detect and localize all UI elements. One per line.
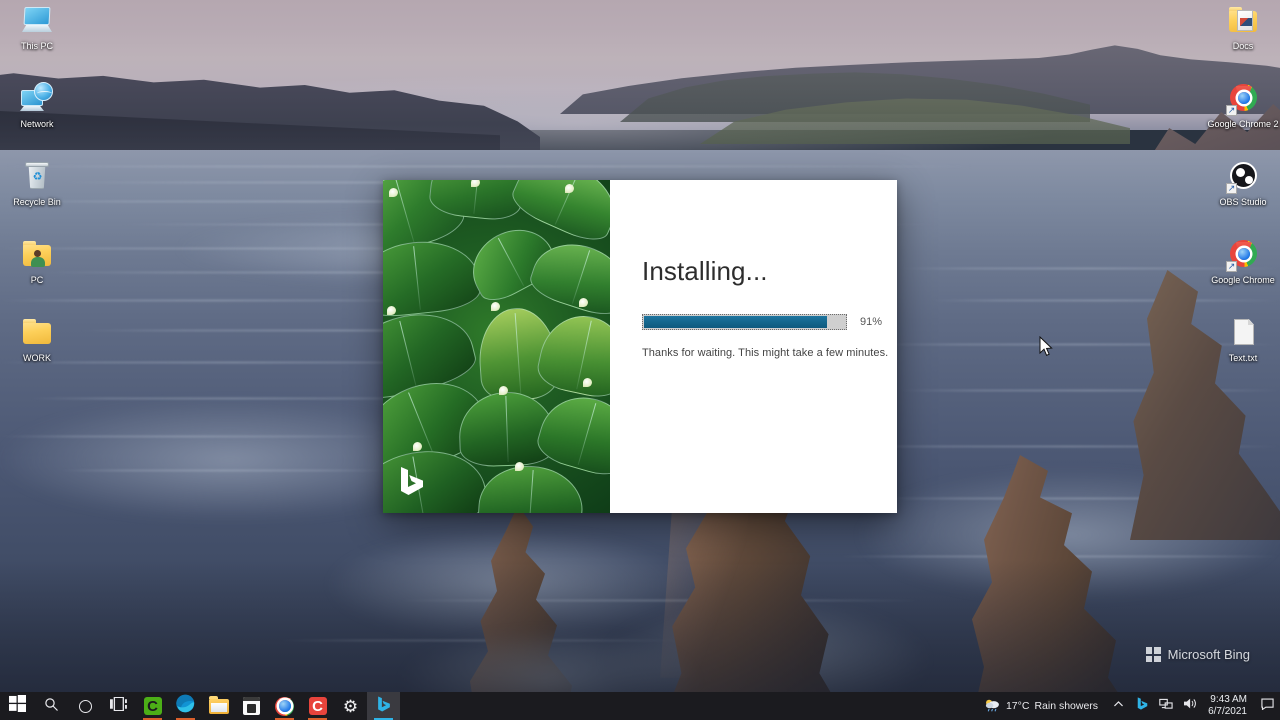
- desktop-icon-pc-folder[interactable]: PC: [0, 238, 74, 314]
- desktop-icon-label: Google Chrome: [1211, 275, 1275, 285]
- edge-icon: [176, 694, 195, 718]
- shortcut-arrow-icon: ↗: [1226, 183, 1237, 194]
- desktop-icon-obs-studio[interactable]: ↗ OBS Studio: [1206, 160, 1280, 236]
- desktop-icons-right: Docs ↗ Google Chrome 2 ↗ OBS Studio ↗ Go…: [1206, 4, 1280, 394]
- desktop-icon-google-chrome-2[interactable]: ↗ Google Chrome 2: [1206, 82, 1280, 158]
- system-tray: 17°C Rain showers 9:43 AM 6/7/2021: [978, 692, 1280, 720]
- tray-network-button[interactable]: [1154, 692, 1178, 720]
- desktop-icon-label: Google Chrome 2: [1207, 119, 1279, 129]
- bing-b-icon: [1136, 696, 1149, 716]
- recycle-bin-icon: ♻: [20, 160, 54, 194]
- microsoft-store-icon: [243, 697, 260, 715]
- installer-hero-image: [383, 180, 610, 513]
- microsoft-squares-icon: [1145, 647, 1161, 662]
- shortcut-arrow-icon: ↗: [1226, 105, 1237, 116]
- taskbar-app-microsoft-store[interactable]: [235, 692, 268, 720]
- desktop-icon-label: Docs: [1232, 41, 1254, 51]
- installer-content: Installing... 91% Thanks for waiting. Th…: [610, 180, 897, 513]
- bing-b-icon: [376, 695, 392, 718]
- folder-icon: [20, 316, 54, 350]
- bing-b-icon: [397, 465, 427, 497]
- installer-title: Installing...: [642, 256, 768, 286]
- bing-watermark: Microsoft Bing: [1145, 647, 1250, 662]
- tray-bing-button[interactable]: [1130, 692, 1154, 720]
- search-button[interactable]: [34, 692, 68, 720]
- clock-time: 9:43 AM: [1210, 694, 1247, 705]
- task-view-icon: [109, 696, 129, 716]
- green-c-icon: C: [143, 697, 162, 715]
- network-tray-icon: [1158, 697, 1174, 715]
- taskbar-app-chrome[interactable]: [268, 692, 301, 720]
- task-view-button[interactable]: [102, 692, 136, 720]
- chrome-icon: ↗: [1226, 238, 1260, 272]
- action-center-button[interactable]: [1256, 692, 1278, 720]
- network-icon: [20, 82, 54, 116]
- desktop-icons-left: This PC Network ♻ Recycle Bin PC WORK: [0, 4, 74, 394]
- cortana-circle-icon: [78, 699, 92, 713]
- desktop-icon-label: Recycle Bin: [13, 197, 61, 207]
- show-hidden-icons-button[interactable]: [1106, 692, 1130, 720]
- desktop-icon-network[interactable]: Network: [0, 82, 74, 158]
- desktop-icon-docs[interactable]: Docs: [1206, 4, 1280, 80]
- progress-percent-label: 91%: [860, 316, 883, 328]
- taskbar-app-file-explorer[interactable]: [202, 692, 235, 720]
- clock-date: 6/7/2021: [1208, 706, 1247, 717]
- text-file-icon: [1226, 316, 1260, 350]
- chrome-icon: ↗: [1226, 82, 1260, 116]
- windows-start-icon: [8, 695, 26, 717]
- weather-temperature: 17°C: [1005, 700, 1030, 712]
- desktop-icon-work-folder[interactable]: WORK: [0, 316, 74, 392]
- desktop-icon-label: Network: [20, 119, 54, 129]
- installer-dialog: Installing... 91% Thanks for waiting. Th…: [383, 180, 897, 513]
- taskbar-app-camtasia-recorder[interactable]: C: [301, 692, 334, 720]
- desktop-icon-label: PC: [30, 275, 44, 285]
- volume-icon: [1183, 697, 1198, 715]
- desktop-screen: This PC Network ♻ Recycle Bin PC WORK Do…: [0, 0, 1280, 720]
- desktop-icon-label: Text.txt: [1228, 353, 1258, 363]
- cortana-button[interactable]: [68, 692, 102, 720]
- installer-subtext: Thanks for waiting. This might take a fe…: [642, 347, 889, 359]
- installer-progress-row: 91%: [642, 314, 897, 330]
- action-center-icon: [1260, 697, 1274, 715]
- desktop-icon-recycle-bin[interactable]: ♻ Recycle Bin: [0, 160, 74, 236]
- taskbar-weather-widget[interactable]: 17°C Rain showers: [978, 698, 1106, 715]
- desktop-icon-label: WORK: [23, 353, 51, 363]
- desktop-icon-text-file[interactable]: Text.txt: [1206, 316, 1280, 392]
- taskbar-clock[interactable]: 9:43 AM 6/7/2021: [1202, 694, 1256, 718]
- desktop-icon-this-pc[interactable]: This PC: [0, 4, 74, 80]
- taskbar-app-settings[interactable]: ⚙: [334, 692, 367, 720]
- bing-watermark-label: Microsoft Bing: [1167, 647, 1250, 662]
- red-c-icon: C: [308, 697, 327, 715]
- progress-bar: [642, 314, 847, 330]
- gear-icon: ⚙: [342, 696, 359, 716]
- tray-volume-button[interactable]: [1178, 692, 1202, 720]
- folder-docs-icon: [1226, 4, 1260, 38]
- rain-cloud-icon: [984, 698, 1001, 715]
- file-explorer-icon: [208, 695, 229, 714]
- desktop-icon-label: OBS Studio: [1219, 197, 1267, 207]
- shortcut-arrow-icon: ↗: [1226, 261, 1237, 272]
- this-pc-icon: [20, 4, 54, 38]
- weather-condition: Rain showers: [1034, 700, 1099, 712]
- chevron-up-icon: [1113, 697, 1124, 715]
- progress-bar-fill: [644, 316, 827, 328]
- desktop-icon-google-chrome[interactable]: ↗ Google Chrome: [1206, 238, 1280, 314]
- chrome-icon: [275, 696, 294, 716]
- taskbar: C C ⚙ 17°C Rain showers 9:43 AM 6/7/2021: [0, 692, 1280, 720]
- taskbar-app-bing-wallpaper[interactable]: [367, 692, 400, 720]
- search-icon: [44, 697, 59, 715]
- taskbar-app-camtasia[interactable]: C: [136, 692, 169, 720]
- taskbar-app-edge[interactable]: [169, 692, 202, 720]
- desktop-icon-label: This PC: [20, 41, 53, 51]
- start-button[interactable]: [0, 692, 34, 720]
- folder-user-icon: [20, 238, 54, 272]
- obs-studio-icon: ↗: [1226, 160, 1260, 194]
